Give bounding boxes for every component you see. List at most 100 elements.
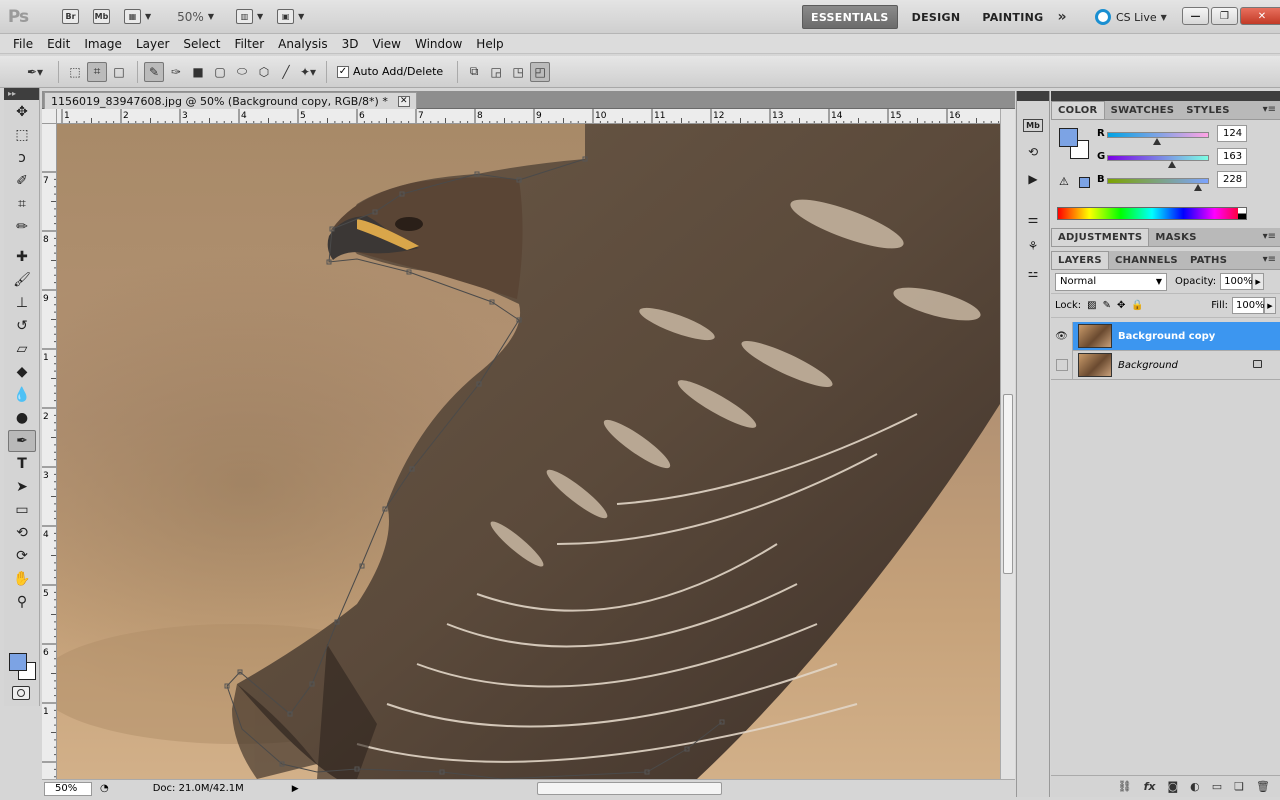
mini-bridge-button[interactable]: Mb — [93, 6, 110, 28]
freeform-pen-icon[interactable]: ✑ — [166, 62, 186, 82]
quick-selection-tool-icon[interactable]: ✐ — [8, 170, 36, 192]
tab-styles[interactable]: STYLES — [1180, 101, 1235, 119]
custom-shape-icon[interactable]: ✦▾ — [298, 62, 318, 82]
menu-3d[interactable]: 3D — [342, 37, 359, 51]
rectangle-tool-icon[interactable]: ▭ — [8, 499, 36, 521]
blend-mode-dropdown[interactable]: Normal ▼ — [1055, 272, 1167, 291]
document-tab[interactable]: 1156019_83947608.jpg @ 50% (Background c… — [44, 92, 417, 109]
tab-swatches[interactable]: SWATCHES — [1105, 101, 1181, 119]
history-panel-icon[interactable]: ⟲ — [1022, 142, 1044, 162]
vertical-ruler[interactable]: 7 8 9 1 2 3 4 5 6 1 — [42, 124, 57, 779]
status-info-icon[interactable]: ◔ — [100, 783, 109, 794]
tab-masks[interactable]: MASKS — [1149, 228, 1202, 246]
eraser-tool-icon[interactable]: ▱ — [8, 338, 36, 360]
lock-all-icon[interactable]: 🔒 — [1131, 300, 1143, 311]
foreground-color-swatch[interactable] — [9, 653, 27, 671]
menu-layer[interactable]: Layer — [136, 37, 169, 51]
layer-style-fx-icon[interactable]: fx — [1144, 780, 1156, 793]
tab-paths[interactable]: PATHS — [1184, 251, 1233, 269]
lasso-tool-icon[interactable]: ↄ — [8, 147, 36, 169]
new-group-icon[interactable]: ▭ — [1212, 780, 1222, 793]
opacity-field[interactable]: 100% — [1220, 273, 1253, 290]
blue-slider[interactable]: B 228 — [1097, 171, 1275, 192]
panel-menu-icon[interactable]: ▾≡ — [1263, 254, 1276, 265]
clone-stamp-tool-icon[interactable]: ⊥ — [8, 292, 36, 314]
fill-pixels-icon[interactable]: □ — [109, 62, 129, 82]
pen-tool-icon[interactable]: ✒ — [8, 430, 36, 452]
fill-slider-arrow[interactable]: ▶ — [1264, 297, 1276, 314]
workspace-painting[interactable]: PAINTING — [974, 5, 1051, 29]
path-selection-tool-icon[interactable]: ➤ — [8, 476, 36, 498]
panel-menu-icon[interactable]: ▾≡ — [1263, 104, 1276, 115]
eyedropper-tool-icon[interactable]: ✏ — [8, 216, 36, 238]
blur-tool-icon[interactable]: 💧 — [8, 384, 36, 406]
opacity-slider-arrow[interactable]: ▶ — [1252, 273, 1265, 290]
layer-row-background[interactable]: Background — [1051, 350, 1280, 380]
horizontal-scrollbar[interactable] — [342, 782, 1042, 796]
foreground-color-swatch[interactable] — [1059, 128, 1078, 147]
panel-grip[interactable] — [1051, 91, 1280, 101]
red-slider-thumb[interactable] — [1152, 138, 1161, 145]
document-canvas[interactable] — [57, 124, 1000, 779]
zoom-level-dropdown[interactable]: 50% ▼ — [177, 10, 214, 24]
color-spectrum-bar[interactable] — [1057, 207, 1247, 220]
ellipse-icon[interactable]: ⬭ — [232, 62, 252, 82]
menu-help[interactable]: Help — [476, 37, 503, 51]
status-zoom-field[interactable]: 50% — [44, 781, 92, 796]
type-tool-icon[interactable]: T — [8, 453, 36, 475]
arrange-documents-button[interactable]: ▥ ▼ — [235, 6, 263, 28]
panel-grip[interactable]: ▸▸ — [4, 88, 39, 100]
bridge-button[interactable]: Br — [62, 6, 79, 28]
blue-value-field[interactable]: 228 — [1217, 171, 1247, 188]
close-tab-icon[interactable]: ✕ — [397, 95, 410, 107]
clone-source-panel-icon[interactable]: ⚘ — [1022, 236, 1044, 256]
rectangle-shape-icon[interactable]: ■ — [188, 62, 208, 82]
path-intersect-icon[interactable]: ◳ — [508, 62, 528, 82]
path-subtract-icon[interactable]: ◲ — [486, 62, 506, 82]
3d-rotate-tool-icon[interactable]: ⟲ — [8, 522, 36, 544]
paint-bucket-tool-icon[interactable]: ◆ — [8, 361, 36, 383]
menu-image[interactable]: Image — [84, 37, 122, 51]
ruler-origin[interactable] — [42, 109, 57, 124]
visibility-toggle[interactable] — [1051, 350, 1073, 380]
green-slider-thumb[interactable] — [1168, 161, 1177, 168]
menu-window[interactable]: Window — [415, 37, 462, 51]
actions-panel-icon[interactable]: ▶ — [1022, 169, 1044, 189]
red-slider[interactable]: R 124 — [1097, 125, 1275, 146]
layer-row-background-copy[interactable]: 👁 Background copy — [1051, 321, 1280, 351]
workspace-essentials[interactable]: ESSENTIALS — [802, 5, 898, 29]
brush-presets-panel-icon[interactable]: ⚍ — [1022, 263, 1044, 283]
zoom-tool-icon[interactable]: ⚲ — [8, 591, 36, 613]
tab-channels[interactable]: CHANNELS — [1109, 251, 1184, 269]
gamut-color-swatch[interactable] — [1079, 177, 1090, 188]
dodge-tool-icon[interactable]: ● — [8, 407, 36, 429]
panel-menu-icon[interactable]: ▾≡ — [1263, 231, 1276, 242]
lock-image-icon[interactable]: ✎ — [1103, 300, 1111, 311]
gamut-warning-icon[interactable]: ⚠ — [1059, 175, 1069, 188]
green-slider[interactable]: G 163 — [1097, 148, 1275, 169]
menu-edit[interactable]: Edit — [47, 37, 70, 51]
workspace-design[interactable]: DESIGN — [904, 5, 969, 29]
vertical-scrollbar[interactable] — [1000, 109, 1015, 779]
new-layer-icon[interactable]: ❏ — [1234, 780, 1244, 793]
cs-live-button[interactable]: CS Live ▼ — [1095, 9, 1167, 25]
view-extras-button[interactable]: ▦ ▼ — [124, 6, 151, 28]
line-icon[interactable]: ╱ — [276, 62, 296, 82]
crop-tool-icon[interactable]: ⌗ — [8, 193, 36, 215]
marquee-tool-icon[interactable]: ⬚ — [8, 124, 36, 146]
minimize-button[interactable]: — — [1182, 7, 1209, 25]
close-button[interactable]: ✕ — [1240, 7, 1280, 25]
quick-mask-icon[interactable] — [12, 686, 30, 700]
adjustment-sliders-icon[interactable]: ⚌ — [1022, 209, 1044, 229]
link-layers-icon[interactable]: ⛓ — [1118, 780, 1132, 793]
adjustment-layer-icon[interactable]: ◐ — [1190, 780, 1200, 793]
panel-grip[interactable] — [1017, 91, 1049, 101]
visibility-eye-icon[interactable]: 👁 — [1051, 321, 1073, 351]
menu-filter[interactable]: Filter — [234, 37, 264, 51]
lock-position-icon[interactable]: ✥ — [1117, 300, 1125, 311]
lock-transparent-icon[interactable]: ▨ — [1087, 300, 1096, 311]
healing-brush-tool-icon[interactable]: ✚ — [8, 246, 36, 268]
tab-adjustments[interactable]: ADJUSTMENTS — [1051, 228, 1150, 246]
menu-view[interactable]: View — [372, 37, 400, 51]
polygon-icon[interactable]: ⬡ — [254, 62, 274, 82]
